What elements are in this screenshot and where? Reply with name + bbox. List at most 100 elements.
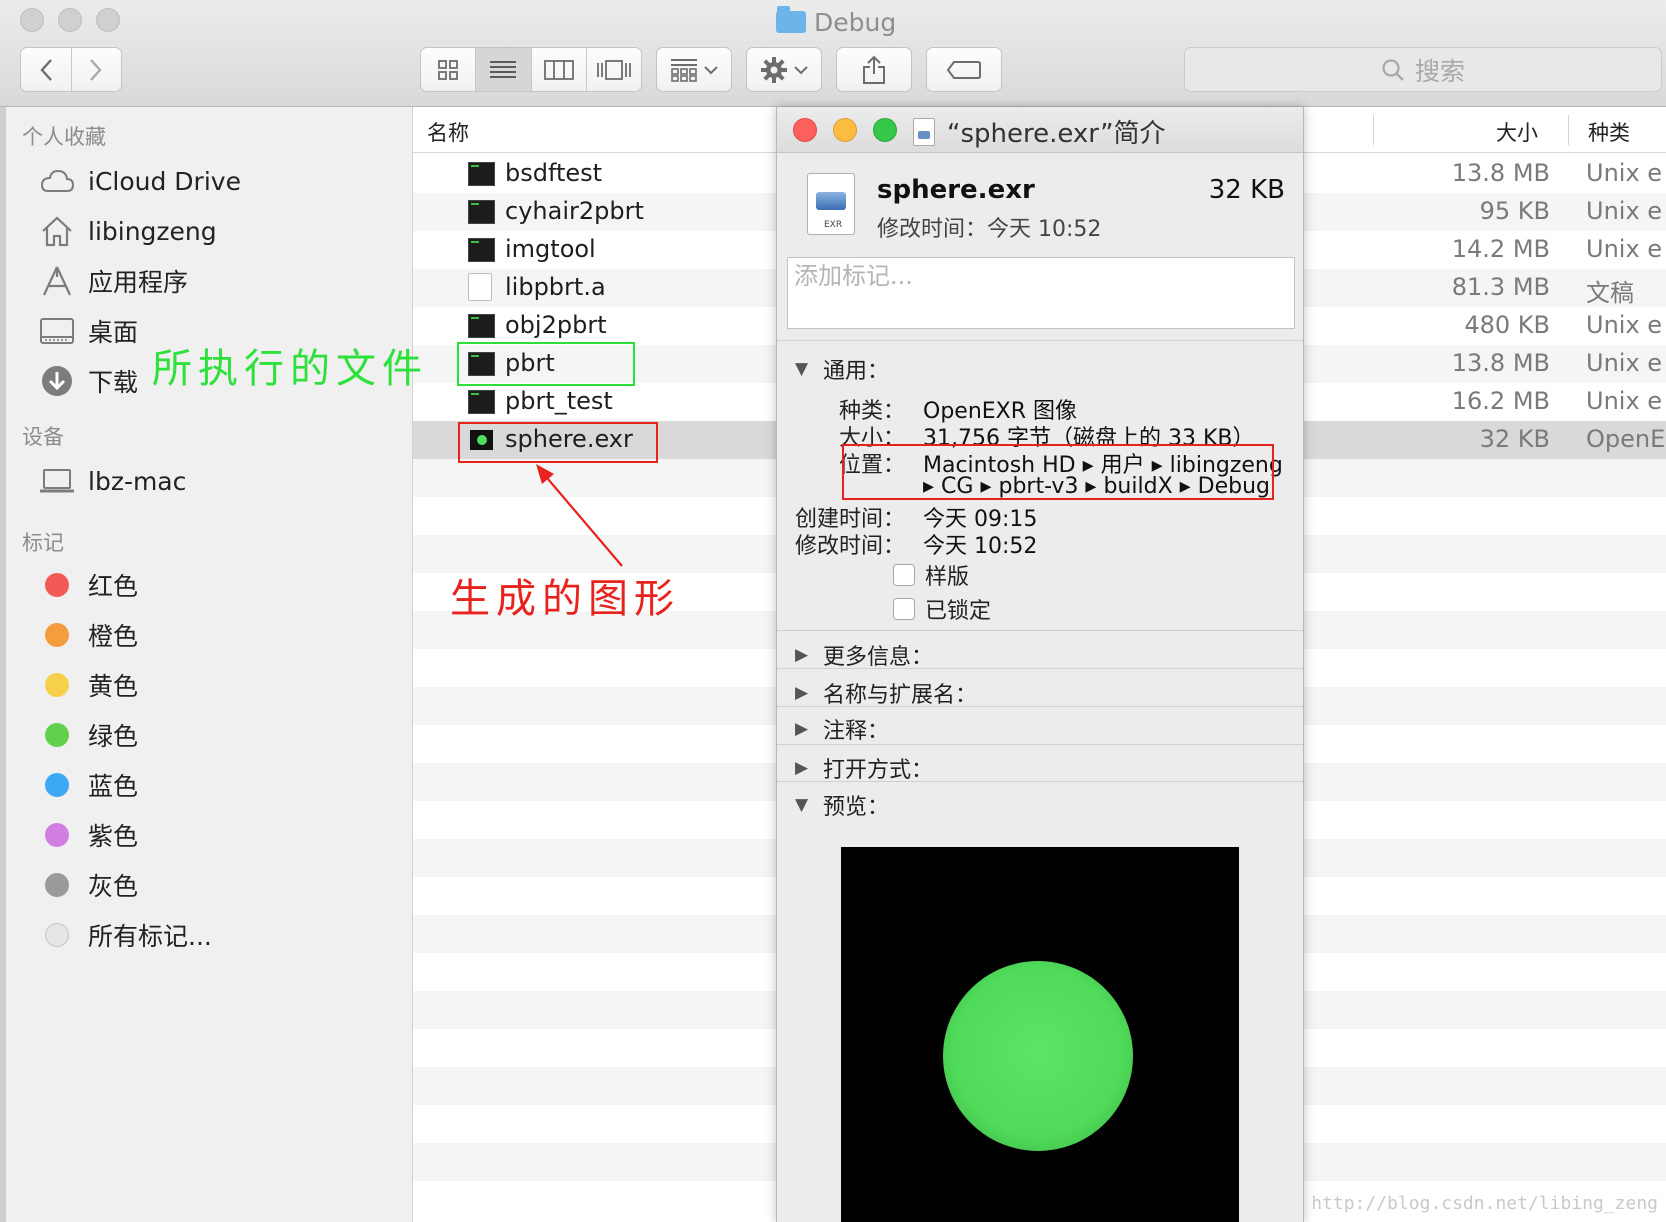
yellow-tag-icon [45, 673, 69, 697]
sidebar-item-desktop[interactable]: 桌面 [38, 311, 138, 351]
chevron-right-icon [90, 58, 102, 81]
file-kind: 文稿 [1586, 279, 1634, 307]
file-name: cyhair2pbrt [505, 197, 644, 225]
file-size: 13.8 MB [1451, 159, 1550, 187]
window-toolbar: Debug 搜索 [0, 0, 1666, 107]
file-name: imgtool [505, 235, 596, 263]
sidebar-item-tag-green[interactable]: 绿色 [38, 715, 138, 755]
icon-view-icon [438, 59, 459, 80]
annotation-arrow [536, 464, 623, 567]
sidebar-item-label: 紫色 [88, 822, 139, 851]
sidebar-item-tag-gray[interactable]: 灰色 [38, 865, 138, 905]
window-title: Debug [776, 4, 896, 40]
section-comments[interactable]: ▶ 注释： [795, 713, 889, 745]
locked-checkbox-row[interactable]: 已锁定 [893, 593, 991, 625]
sidebar-item-tag-orange[interactable]: 橙色 [38, 615, 138, 655]
rendered-green-sphere [943, 961, 1133, 1151]
zoom-window-button[interactable] [96, 8, 120, 32]
sidebar-item-tag-blue[interactable]: 蓝色 [38, 765, 138, 805]
list-view-icon [490, 60, 517, 78]
sidebar-item-applications[interactable]: 应用程序 [38, 261, 188, 301]
back-forward-group [20, 47, 122, 92]
cover-flow-icon [596, 59, 631, 80]
file-kind: Unix e [1586, 349, 1663, 377]
divider [777, 706, 1303, 707]
sidebar-item-label: 黄色 [88, 672, 139, 701]
disclosure-closed-icon: ▶ [795, 758, 809, 778]
stationery-checkbox-row[interactable]: 样版 [893, 559, 969, 591]
sidebar-item-tag-red[interactable]: 红色 [38, 565, 138, 605]
modified-label: 修改时间： [794, 534, 905, 559]
sidebar-item-icloud-drive[interactable]: iCloud Drive [38, 161, 241, 201]
sidebar-item-label: 应用程序 [88, 268, 189, 297]
column-header-kind[interactable]: 种类 [1588, 117, 1630, 147]
sidebar-item-label: lbz-mac [88, 466, 187, 496]
list-view-button[interactable] [476, 48, 532, 91]
column-divider[interactable] [1568, 115, 1569, 145]
zoom-window-button[interactable] [873, 118, 897, 142]
column-header-name[interactable]: 名称 [427, 117, 469, 147]
section-label: 名称与扩展名： [823, 683, 978, 708]
share-button[interactable] [836, 47, 912, 92]
tags-field[interactable] [787, 257, 1295, 329]
file-kind: Unix e [1586, 311, 1663, 339]
info-title-bar: “sphere.exr”简介 [777, 107, 1303, 153]
sidebar-item-label: libingzeng [88, 216, 217, 246]
cover-flow-button[interactable] [587, 48, 641, 91]
get-info-window: “sphere.exr”简介 EXR sphere.exr 32 KB 修改时间… [776, 107, 1304, 1222]
modified-value: 今天 10:52 [923, 534, 1038, 559]
locked-checkbox[interactable] [893, 598, 915, 620]
file-name: libpbrt.a [505, 273, 606, 301]
annotation-generated-image: 生成的图形 [450, 576, 680, 622]
forward-button[interactable] [72, 48, 122, 91]
cloud-icon [38, 162, 76, 200]
search-field[interactable]: 搜索 [1184, 47, 1662, 92]
back-button[interactable] [21, 48, 72, 91]
desktop-icon [38, 312, 76, 350]
action-button[interactable] [746, 47, 822, 92]
icon-view-button[interactable] [421, 48, 477, 91]
section-label: 注释： [823, 719, 890, 744]
sidebar-item-tag-purple[interactable]: 紫色 [38, 815, 138, 855]
stationery-checkbox[interactable] [893, 564, 915, 586]
section-name-extension[interactable]: ▶ 名称与扩展名： [795, 677, 977, 709]
tag-button[interactable] [926, 47, 1002, 92]
section-general[interactable]: ▼ 通用： [795, 353, 889, 385]
sidebar-header-tags: 标记 [22, 531, 64, 555]
arrange-button[interactable] [656, 47, 732, 92]
section-open-with[interactable]: ▶ 打开方式： [795, 752, 933, 784]
column-view-button[interactable] [532, 48, 587, 91]
close-window-button[interactable] [20, 8, 44, 32]
arrange-icon [671, 58, 697, 82]
info-file-name: sphere.exr [877, 175, 1035, 205]
sidebar-item-home[interactable]: libingzeng [38, 211, 217, 251]
document-icon [468, 273, 492, 301]
search-placeholder: 搜索 [1414, 56, 1465, 86]
exr-file-icon: EXR [807, 173, 855, 235]
section-label: 通用： [823, 359, 890, 384]
minimize-window-button[interactable] [58, 8, 82, 32]
annotation-box-location [842, 444, 1274, 500]
sidebar-item-lbz-mac[interactable]: lbz-mac [38, 461, 186, 501]
tags-input[interactable] [788, 258, 1294, 294]
sidebar-item-label: 桌面 [88, 318, 139, 347]
divider [777, 630, 1303, 631]
divider [777, 781, 1303, 782]
share-icon [863, 55, 885, 84]
section-preview[interactable]: ▼ 预览： [795, 789, 889, 821]
sidebar-item-label: 所有标记... [88, 922, 212, 951]
sidebar-item-tag-yellow[interactable]: 黄色 [38, 665, 138, 705]
sidebar-item-all-tags[interactable]: 所有标记... [38, 915, 212, 955]
file-size: 13.8 MB [1451, 349, 1550, 377]
file-icon-label: EXR [824, 220, 843, 230]
sidebar-item-downloads[interactable]: 下载 [38, 361, 138, 401]
close-window-button[interactable] [793, 118, 817, 142]
section-more-info[interactable]: ▶ 更多信息： [795, 639, 933, 671]
file-kind: Unix e [1586, 197, 1663, 225]
locked-label: 已锁定 [925, 599, 992, 624]
column-header-size[interactable]: 大小 [1496, 117, 1538, 147]
column-divider[interactable] [1373, 115, 1374, 145]
minimize-window-button[interactable] [833, 118, 857, 142]
applications-icon [38, 262, 76, 300]
preview-image [841, 847, 1239, 1222]
